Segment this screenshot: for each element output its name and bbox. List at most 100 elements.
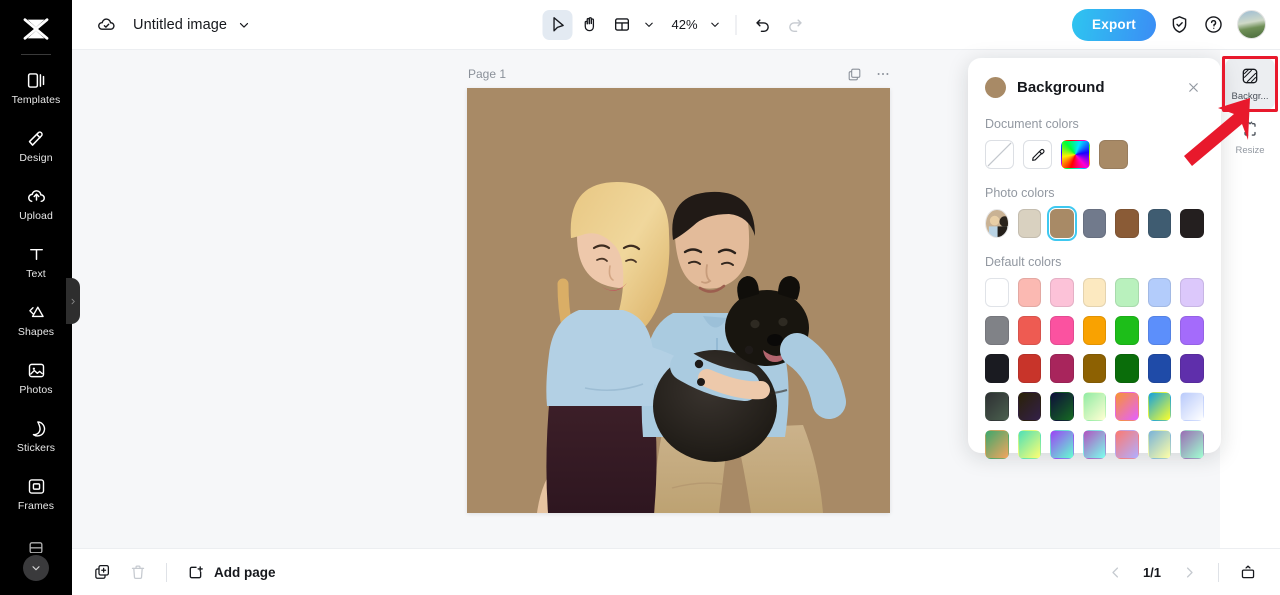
sidebar-item-stickers[interactable]: Stickers	[0, 407, 72, 465]
zoom-chevron-down-icon[interactable]	[705, 12, 725, 38]
sidebar-collapse-handle[interactable]	[66, 278, 80, 324]
default-color-swatch[interactable]	[1180, 278, 1205, 307]
present-button[interactable]	[1232, 556, 1264, 588]
user-avatar[interactable]	[1237, 10, 1266, 39]
duplicate-page-icon	[95, 564, 110, 579]
sidebar-item-shapes[interactable]: Shapes	[0, 291, 72, 349]
delete-page-button[interactable]	[122, 556, 154, 588]
default-color-swatch[interactable]	[1050, 316, 1074, 345]
bottom-toolbar: Add page 1/1	[72, 548, 1280, 595]
default-color-swatch[interactable]	[985, 392, 1009, 421]
photo-color-swatch[interactable]	[1082, 209, 1107, 238]
document-title[interactable]: Untitled image	[133, 17, 227, 33]
default-color-swatch[interactable]	[1115, 430, 1139, 459]
default-color-swatch[interactable]	[1050, 278, 1074, 307]
undo-icon	[755, 19, 769, 33]
document-color-swatch[interactable]	[1099, 140, 1128, 169]
default-color-swatch[interactable]	[1147, 278, 1172, 307]
default-color-swatch[interactable]	[1050, 430, 1074, 459]
default-color-swatch[interactable]	[1147, 392, 1172, 421]
cloud-saved-icon	[96, 14, 117, 35]
default-color-swatch[interactable]	[985, 354, 1009, 383]
photo-colors-title: Photo colors	[985, 186, 1055, 200]
previous-page-button[interactable]	[1099, 556, 1131, 588]
duplicate-page-button[interactable]	[86, 556, 118, 588]
default-color-swatch[interactable]	[1017, 392, 1042, 421]
canvas-tool-cluster: 42%	[542, 9, 810, 40]
add-page-button[interactable]: Add page	[179, 556, 284, 588]
right-rail-item-background[interactable]: Backgr...	[1225, 58, 1275, 110]
photo-color-swatch[interactable]	[1180, 209, 1205, 238]
zoom-level-value[interactable]: 42%	[670, 17, 700, 32]
default-color-swatch[interactable]	[1115, 354, 1139, 383]
default-color-swatch[interactable]	[1050, 354, 1074, 383]
select-tool-button[interactable]	[542, 9, 573, 40]
right-rail-item-resize[interactable]: Resize	[1225, 112, 1275, 164]
layout-grid-icon	[614, 18, 629, 31]
default-color-swatch[interactable]	[1082, 430, 1107, 459]
default-color-swatch[interactable]	[1082, 278, 1107, 307]
export-button[interactable]: Export	[1072, 8, 1156, 41]
duplicate-page-icon[interactable]	[847, 67, 862, 82]
default-color-swatch[interactable]	[1115, 316, 1139, 345]
page-indicator: 1/1	[1142, 564, 1162, 580]
couple-with-french-bulldog-photo[interactable]	[467, 88, 890, 513]
photo-thumbnail[interactable]	[985, 209, 1009, 238]
sidebar-more-button[interactable]	[23, 555, 49, 581]
more-horizontal-icon[interactable]	[875, 66, 891, 82]
default-color-swatch[interactable]	[985, 316, 1009, 345]
default-color-swatch[interactable]	[1147, 430, 1172, 459]
default-color-swatch[interactable]	[1017, 316, 1042, 345]
default-color-swatch[interactable]	[1180, 316, 1205, 345]
default-color-swatch[interactable]	[1180, 430, 1205, 459]
sidebar-item-photos[interactable]: Photos	[0, 349, 72, 407]
default-colors-row	[985, 392, 1205, 421]
default-color-swatch[interactable]	[1017, 430, 1042, 459]
default-color-swatch[interactable]	[1017, 354, 1042, 383]
sidebar-item-upload[interactable]: Upload	[0, 175, 72, 233]
sidebar-divider	[21, 54, 51, 55]
photo-color-swatch[interactable]	[1017, 209, 1042, 238]
sidebar-item-label: Upload	[19, 210, 53, 223]
default-color-swatch[interactable]	[1115, 278, 1139, 307]
background-panel-title: Background	[1017, 78, 1105, 96]
default-color-swatch[interactable]	[985, 430, 1009, 459]
photo-color-swatch-selected[interactable]	[1047, 206, 1077, 241]
layout-chevron-down-icon[interactable]	[639, 12, 659, 38]
default-color-swatch[interactable]	[1147, 316, 1172, 345]
default-color-swatch[interactable]	[1147, 354, 1172, 383]
photo-color-swatch[interactable]	[1115, 209, 1139, 238]
sidebar-item-templates[interactable]: Templates	[0, 59, 72, 117]
rainbow-picker-swatch[interactable]	[1061, 140, 1090, 169]
default-color-swatch[interactable]	[1082, 392, 1107, 421]
capcut-editor-window: Templates Design Upload Text Shapes Phot…	[0, 0, 1280, 595]
current-background-swatch[interactable]	[985, 76, 1006, 98]
transparent-swatch[interactable]	[985, 140, 1014, 169]
shield-check-icon[interactable]	[1169, 14, 1190, 35]
sidebar-item-text[interactable]: Text	[0, 233, 72, 291]
next-page-button[interactable]	[1173, 556, 1205, 588]
default-color-swatch[interactable]	[1050, 392, 1074, 421]
photo-color-swatch[interactable]	[1147, 209, 1172, 238]
close-icon[interactable]	[1183, 77, 1204, 98]
photo-thumbnail-image	[986, 210, 1008, 237]
help-circle-icon[interactable]	[1203, 14, 1224, 35]
document-title-chevron-down-icon[interactable]	[237, 18, 251, 32]
layout-tool-button[interactable]	[607, 10, 637, 40]
undo-button[interactable]	[748, 10, 778, 40]
sidebar-item-design[interactable]: Design	[0, 117, 72, 175]
capcut-logo-icon[interactable]	[19, 12, 53, 46]
redo-button[interactable]	[780, 10, 810, 40]
hand-tool-button[interactable]	[575, 10, 605, 40]
default-color-swatch[interactable]	[1180, 354, 1205, 383]
default-color-swatch[interactable]	[1115, 392, 1139, 421]
default-color-swatch[interactable]	[1082, 316, 1107, 345]
default-color-swatch[interactable]	[1082, 354, 1107, 383]
eyedropper-swatch[interactable]	[1023, 140, 1052, 169]
default-color-swatch[interactable]	[985, 278, 1009, 307]
default-color-swatch[interactable]	[1180, 392, 1205, 421]
design-page-canvas[interactable]	[467, 88, 890, 513]
redo-icon	[788, 19, 802, 33]
sidebar-item-frames[interactable]: Frames	[0, 465, 72, 523]
default-color-swatch[interactable]	[1017, 278, 1042, 307]
